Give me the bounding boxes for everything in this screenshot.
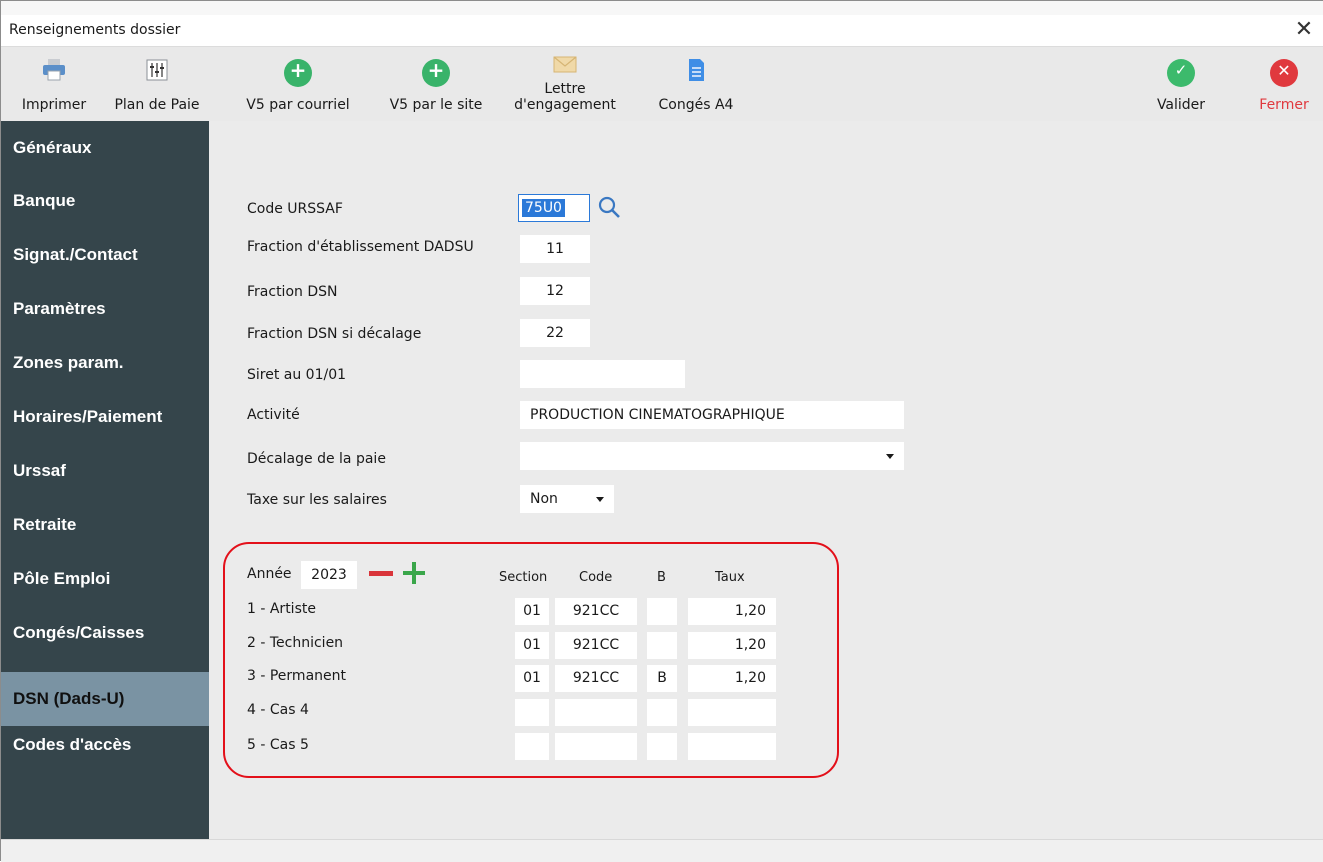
v5-par-le-site-button[interactable]: + V5 par le site (377, 47, 495, 119)
v5-par-courriel-button[interactable]: + V5 par courriel (233, 47, 363, 119)
siret-input[interactable] (520, 360, 685, 388)
case-b-input[interactable] (647, 699, 677, 726)
envelope-icon (553, 56, 577, 73)
case-code-input[interactable]: 921CC (555, 598, 637, 625)
window-title: Renseignements dossier (9, 22, 181, 38)
code-urssaf-label: Code URSSAF (247, 201, 343, 217)
status-bar (1, 839, 1323, 862)
case-taux-input[interactable] (688, 733, 776, 760)
plan-de-paie-button[interactable]: Plan de Paie (111, 47, 203, 119)
fraction-dsn-input[interactable]: 12 (520, 277, 590, 305)
decalage-select[interactable] (520, 442, 904, 470)
case-label: 5 - Cas 5 (247, 737, 309, 753)
fermer-button[interactable]: ✕ Fermer (1249, 47, 1319, 119)
lettre-label-line1: Lettre (544, 81, 586, 97)
activite-label: Activité (247, 407, 300, 423)
case-taux-input[interactable]: 1,20 (688, 598, 776, 625)
case-code-input[interactable] (555, 699, 637, 726)
code-urssaf-value: 75U0 (522, 199, 565, 217)
search-icon[interactable] (597, 195, 623, 221)
case-b-input[interactable] (647, 733, 677, 760)
sidebar-item-horaires-paiement[interactable]: Horaires/Paiement (1, 390, 209, 444)
chevron-down-icon (596, 497, 604, 502)
title-bar: Renseignements dossier ✕ (1, 15, 1323, 47)
code-urssaf-input[interactable]: 75U0 (518, 194, 590, 222)
fraction-dadsu-input[interactable]: 11 (520, 235, 590, 263)
lettre-engagement-button[interactable]: Lettre d'engagement (505, 47, 625, 119)
conges-a4-button[interactable]: Congés A4 (641, 47, 751, 119)
top-strip (1, 1, 1323, 15)
sidebar-item-conges-caisses[interactable]: Congés/Caisses (1, 606, 209, 660)
sidebar-item-urssaf[interactable]: Urssaf (1, 444, 209, 498)
fraction-dsn-label: Fraction DSN (247, 284, 338, 300)
sidebar-item-zones-param[interactable]: Zones param. (1, 336, 209, 390)
header-code: Code (579, 570, 613, 585)
add-year-icon[interactable] (403, 562, 425, 584)
case-label: 4 - Cas 4 (247, 702, 309, 718)
v5-site-label: V5 par le site (389, 97, 483, 113)
fermer-label: Fermer (1259, 97, 1309, 113)
print-button[interactable]: Imprimer (7, 47, 101, 119)
case-section-input[interactable] (515, 733, 549, 760)
case-section-input[interactable]: 01 (515, 598, 549, 625)
sidebar-item-banque[interactable]: Banque (1, 174, 209, 228)
fraction-dsn-decalage-label: Fraction DSN si décalage (247, 326, 422, 342)
annee-label: Année (247, 566, 292, 582)
header-b: B (657, 570, 666, 585)
fraction-dadsu-label: Fraction d'établissement DADSU (247, 239, 474, 255)
document-icon (689, 59, 704, 81)
case-section-input[interactable] (515, 699, 549, 726)
add-circle-icon: + (284, 59, 312, 87)
printer-icon (43, 59, 65, 81)
sidebar-item-retraite[interactable]: Retraite (1, 498, 209, 552)
siret-label: Siret au 01/01 (247, 367, 347, 383)
valider-label: Valider (1156, 97, 1206, 113)
sidebar-item-codes-acces[interactable]: Codes d'accès (1, 718, 209, 772)
chevron-down-icon (886, 454, 894, 459)
case-b-input[interactable] (647, 598, 677, 625)
sliders-icon (146, 59, 168, 81)
toolbar: Imprimer Plan de Paie + V5 par courriel … (1, 47, 1323, 121)
case-section-input[interactable]: 01 (515, 665, 549, 692)
valider-button[interactable]: ✓ Valider (1143, 47, 1219, 119)
taxe-label: Taxe sur les salaires (247, 492, 387, 508)
case-code-input[interactable]: 921CC (555, 665, 637, 692)
sidebar-item-parametres[interactable]: Paramètres (1, 282, 209, 336)
add-circle-icon: + (422, 59, 450, 87)
v5-courriel-label: V5 par courriel (246, 97, 350, 113)
case-label: 3 - Permanent (247, 668, 346, 684)
case-code-input[interactable] (555, 733, 637, 760)
case-taux-input[interactable]: 1,20 (688, 665, 776, 692)
check-circle-icon: ✓ (1167, 59, 1195, 87)
case-b-input[interactable]: B (647, 665, 677, 692)
conges-label: Congés A4 (658, 97, 734, 113)
close-circle-icon: ✕ (1270, 59, 1298, 87)
case-b-input[interactable] (647, 632, 677, 659)
case-taux-input[interactable] (688, 699, 776, 726)
lettre-label-line2: d'engagement (514, 97, 616, 113)
decalage-label: Décalage de la paie (247, 451, 386, 467)
case-section-input[interactable]: 01 (515, 632, 549, 659)
taxe-select[interactable]: Non (520, 485, 614, 513)
activite-input[interactable]: PRODUCTION CINEMATOGRAPHIQUE (520, 401, 904, 429)
sidebar-item-signat-contact[interactable]: Signat./Contact (1, 228, 209, 282)
case-label: 2 - Technicien (247, 635, 344, 651)
sidebar-item-pole-emploi[interactable]: Pôle Emploi (1, 552, 209, 606)
taxe-value: Non (530, 491, 558, 507)
header-taux: Taux (715, 570, 745, 585)
annee-input[interactable]: 2023 (301, 561, 357, 589)
case-code-input[interactable]: 921CC (555, 632, 637, 659)
print-label: Imprimer (21, 97, 87, 113)
close-icon[interactable]: ✕ (1292, 17, 1316, 43)
sidebar-item-generaux[interactable]: Généraux (1, 121, 209, 175)
remove-year-icon[interactable] (369, 571, 393, 576)
case-taux-input[interactable]: 1,20 (688, 632, 776, 659)
header-section: Section (499, 570, 548, 585)
dialog-window: Renseignements dossier ✕ Imprimer Plan d… (0, 0, 1323, 862)
plan-label: Plan de Paie (114, 97, 200, 113)
case-label: 1 - Artiste (247, 601, 316, 617)
sidebar: Généraux Banque Signat./Contact Paramètr… (1, 121, 209, 839)
fraction-dsn-decalage-input[interactable]: 22 (520, 319, 590, 347)
